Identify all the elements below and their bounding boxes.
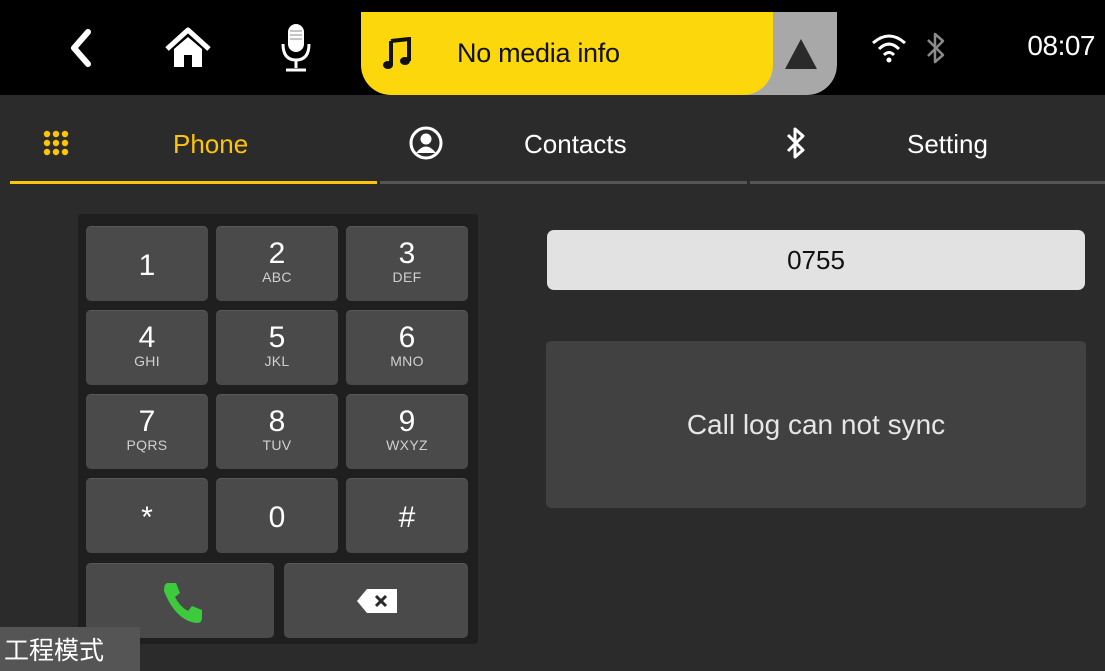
key-0[interactable]: 0: [216, 478, 338, 553]
dial-keypad: 1 2 ABC 3 DEF 4 GHI 5 JKL 6 MNO 7 PQRS 8…: [78, 214, 478, 644]
key-letters: TUV: [262, 437, 292, 453]
key-3[interactable]: 3 DEF: [346, 226, 468, 301]
music-note-icon: [383, 36, 423, 71]
key-7[interactable]: 7 PQRS: [86, 394, 208, 469]
contact-icon: [406, 125, 446, 161]
call-log-panel: Call log can not sync: [546, 341, 1086, 508]
call-log-message: Call log can not sync: [686, 408, 946, 440]
key-letters: DEF: [392, 269, 422, 285]
tab-divider-contacts: [380, 181, 747, 184]
bluetooth-icon: [776, 125, 816, 161]
key-digit: 2: [268, 237, 286, 270]
bluetooth-icon: [927, 32, 945, 64]
key-digit: 6: [398, 321, 416, 354]
key-8[interactable]: 8 TUV: [216, 394, 338, 469]
clock: 08:07: [1027, 30, 1095, 61]
tab-indicator-phone: [10, 181, 377, 184]
dialpad-icon: [36, 125, 76, 161]
key-letters: GHI: [134, 353, 160, 369]
key-6[interactable]: 6 MNO: [346, 310, 468, 385]
tab-contacts-label: Contacts: [524, 129, 627, 159]
tab-setting-label: Setting: [907, 129, 988, 159]
key-digit: 3: [398, 237, 416, 270]
key-digit: 1: [138, 249, 156, 282]
status-bar: No media info 08:07: [0, 0, 1105, 95]
key-letters: WXYZ: [386, 437, 428, 453]
key-digit: #: [398, 501, 416, 534]
back-icon: [71, 29, 91, 67]
key-1[interactable]: 1: [86, 226, 208, 301]
home-button[interactable]: [160, 18, 216, 78]
dialed-number-field[interactable]: 0755: [547, 230, 1085, 290]
key-digit: 4: [138, 321, 156, 354]
navigation-arrow-icon: [785, 38, 817, 69]
key-letters: MNO: [390, 353, 424, 369]
media-info-text: No media info: [457, 38, 620, 68]
key-digit: 9: [398, 405, 416, 438]
key-digit: 8: [268, 405, 286, 438]
tab-bar: Phone Contacts Setting: [0, 95, 1105, 190]
phone-call-icon: [164, 583, 202, 623]
key-hash[interactable]: #: [346, 478, 468, 553]
key-9[interactable]: 9 WXYZ: [346, 394, 468, 469]
tab-phone[interactable]: Phone: [10, 95, 377, 190]
key-letters: JKL: [264, 353, 290, 369]
back-button[interactable]: [53, 18, 109, 78]
engineering-mode-button[interactable]: 工程模式: [0, 627, 140, 671]
key-4[interactable]: 4 GHI: [86, 310, 208, 385]
wifi-icon: [872, 34, 906, 63]
delete-button[interactable]: [284, 563, 468, 638]
media-info-area[interactable]: No media info: [361, 12, 773, 95]
key-digit: 5: [268, 321, 286, 354]
key-star[interactable]: *: [86, 478, 208, 553]
key-letters: ABC: [262, 269, 292, 285]
wifi-status: [866, 18, 912, 78]
bluetooth-status: [916, 18, 956, 78]
media-info-pill[interactable]: No media info: [361, 12, 837, 95]
tab-phone-label: Phone: [173, 129, 249, 159]
tab-divider-setting: [750, 181, 1105, 184]
tab-contacts[interactable]: Contacts: [380, 95, 747, 190]
microphone-icon: [281, 24, 311, 72]
home-icon: [165, 27, 211, 67]
backspace-icon: [357, 589, 397, 613]
key-5[interactable]: 5 JKL: [216, 310, 338, 385]
key-2[interactable]: 2 ABC: [216, 226, 338, 301]
key-digit: *: [141, 501, 153, 534]
key-digit: 0: [268, 501, 286, 534]
voice-button[interactable]: [268, 18, 324, 78]
key-digit: 7: [138, 405, 156, 438]
tab-setting[interactable]: Setting: [750, 95, 1105, 190]
key-letters: PQRS: [126, 437, 168, 453]
